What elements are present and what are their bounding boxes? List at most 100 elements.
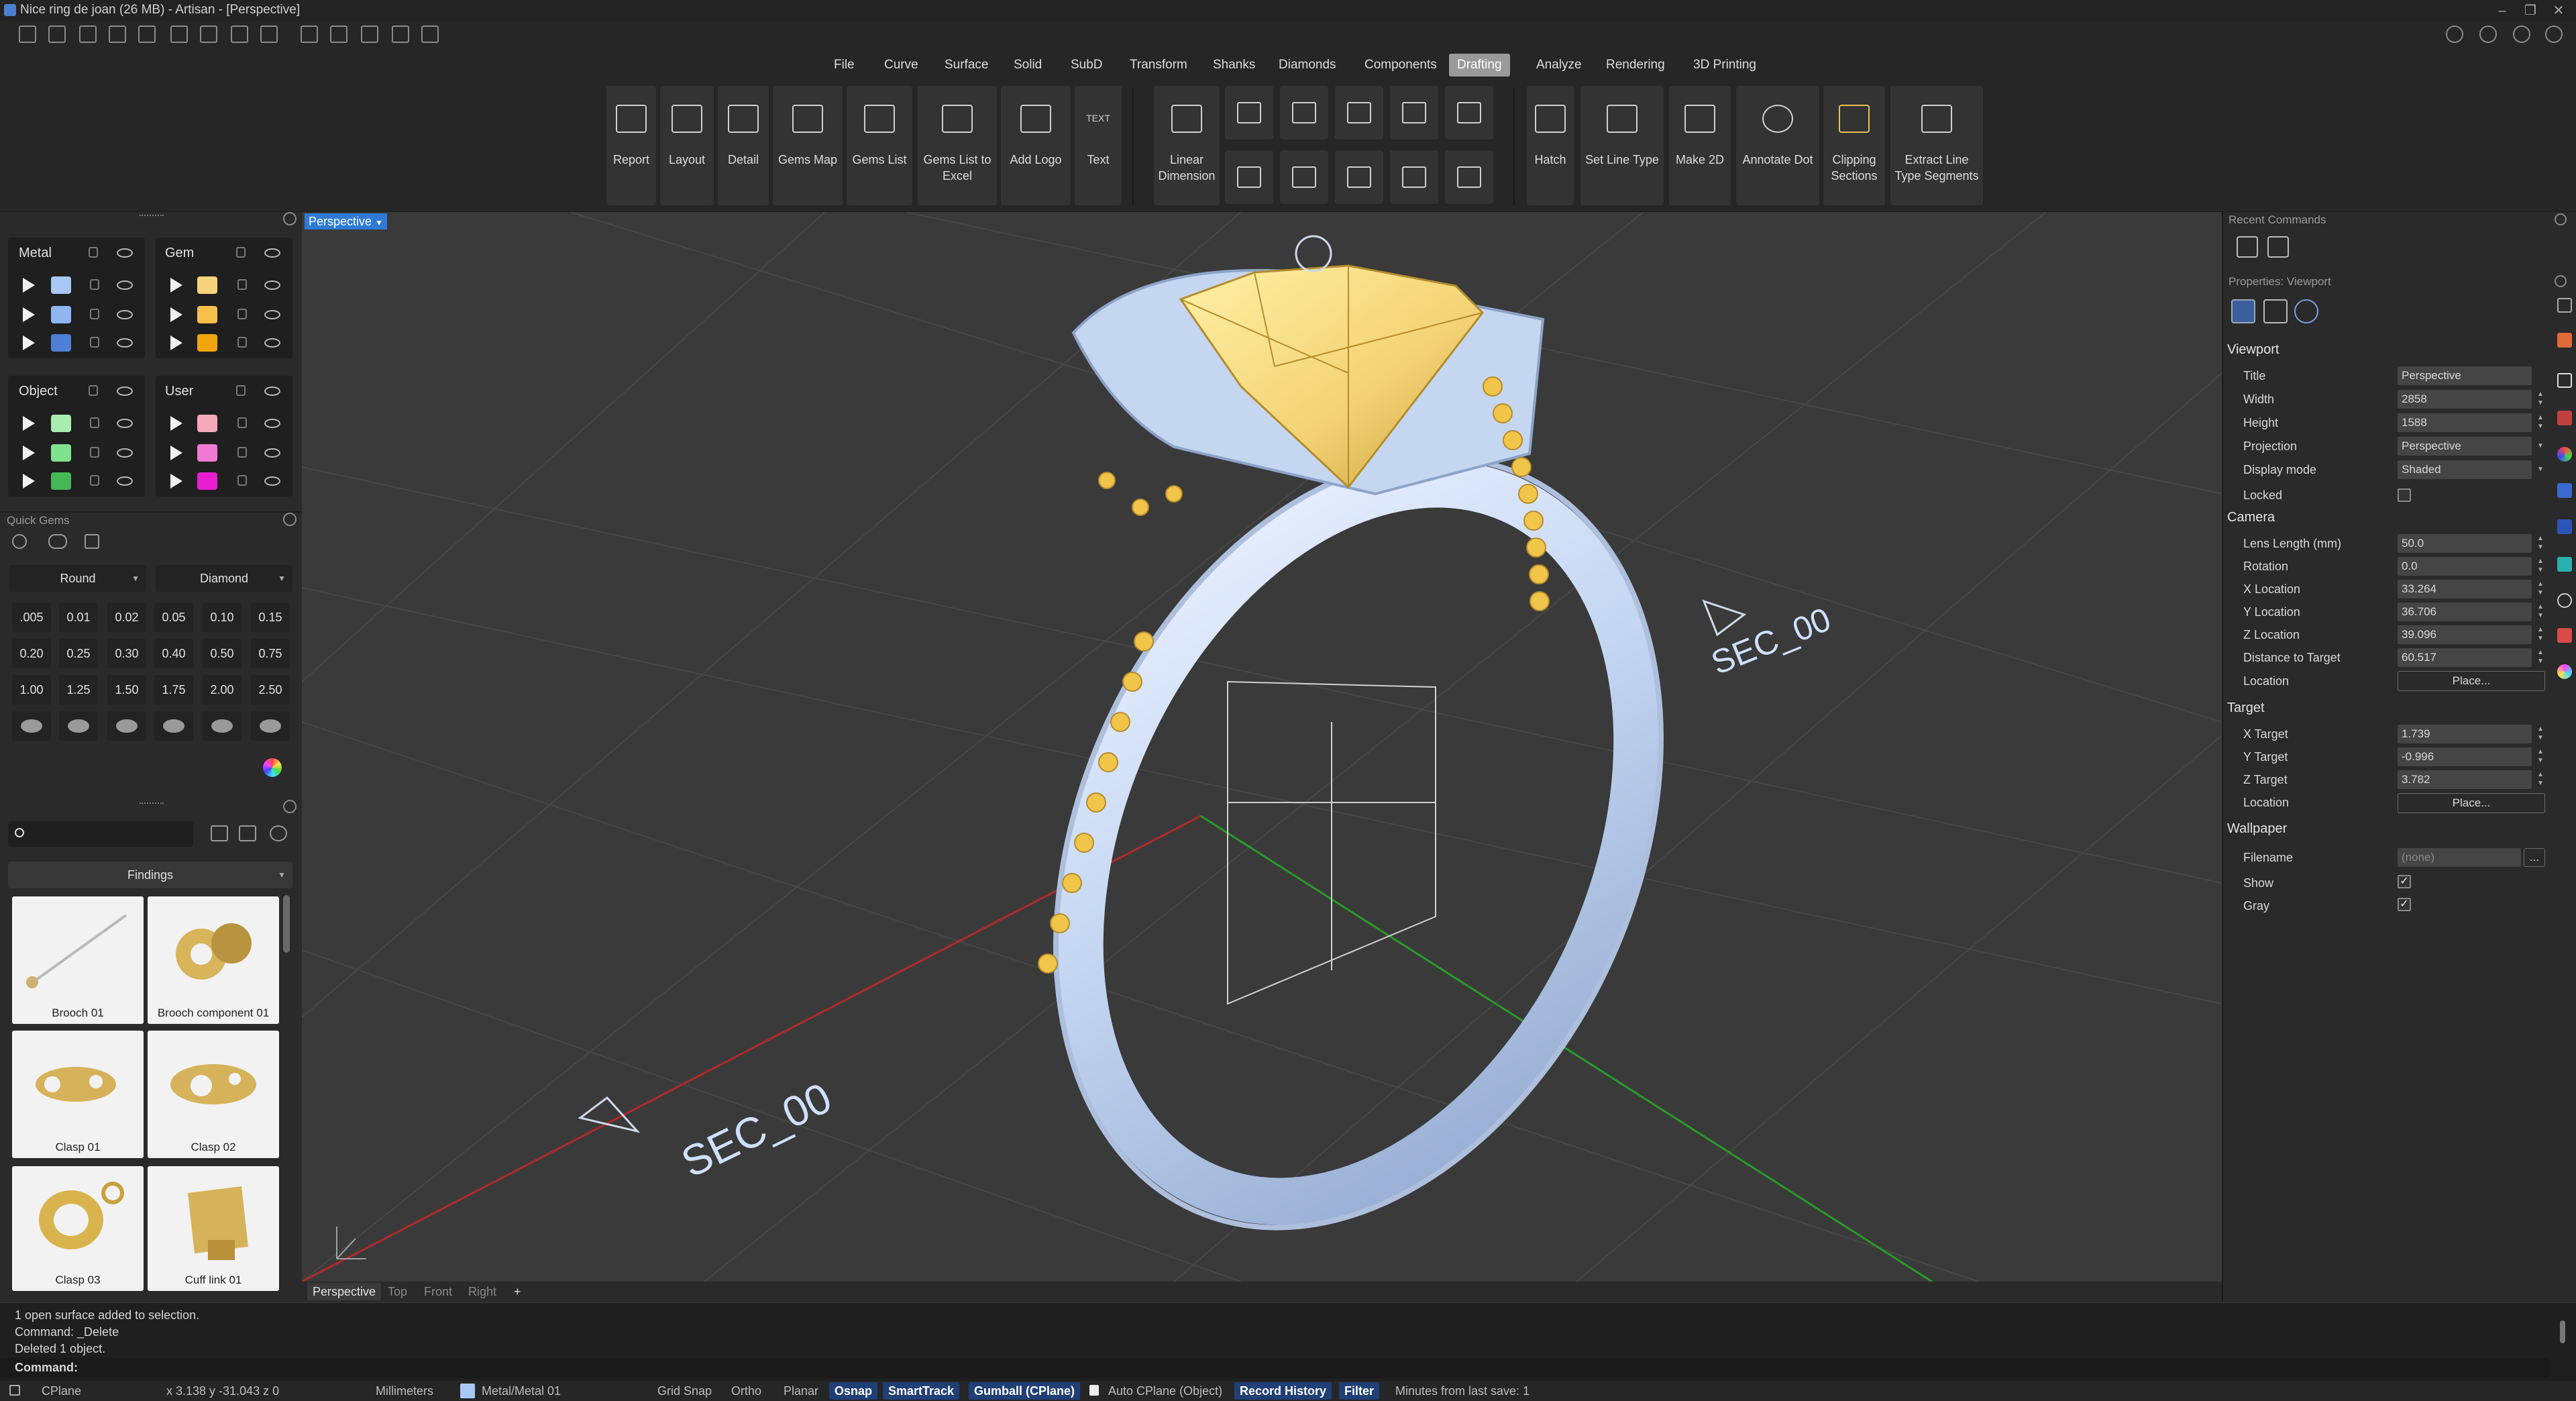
tab-file[interactable]: File bbox=[826, 54, 863, 76]
add-logo-button[interactable]: Add Logo bbox=[1001, 86, 1071, 205]
viewport-perspective[interactable]: SEC_00 SEC_00 bbox=[302, 212, 2222, 1282]
save-all-icon[interactable] bbox=[260, 25, 278, 43]
lock-icon[interactable] bbox=[90, 309, 99, 319]
eye-icon[interactable] bbox=[117, 386, 133, 396]
play-icon[interactable] bbox=[23, 307, 35, 322]
rotated-dimension-button[interactable] bbox=[1280, 86, 1328, 140]
tab-drafting[interactable]: Drafting bbox=[1449, 54, 1510, 76]
radius-dimension-button[interactable] bbox=[1390, 86, 1438, 140]
gem-shape-option[interactable] bbox=[154, 711, 193, 741]
library-item[interactable]: Brooch component 01 bbox=[148, 896, 279, 1024]
redo-icon[interactable] bbox=[170, 25, 188, 43]
add-viewport-button[interactable]: + bbox=[508, 1283, 527, 1300]
panel-grip[interactable] bbox=[140, 802, 164, 807]
cplane-status[interactable]: CPlane bbox=[42, 1382, 81, 1400]
gem-size-button[interactable]: 0.20 bbox=[12, 639, 51, 668]
gem-size-button[interactable]: 0.25 bbox=[59, 639, 98, 668]
tab-components[interactable]: Components bbox=[1356, 54, 1445, 76]
gem-size-button[interactable]: 2.00 bbox=[203, 675, 241, 705]
play-icon[interactable] bbox=[170, 278, 182, 293]
tab-transform[interactable]: Transform bbox=[1122, 54, 1195, 76]
recent-command-icon[interactable] bbox=[2267, 236, 2289, 258]
leader-button[interactable] bbox=[1280, 150, 1328, 204]
network-icon[interactable] bbox=[392, 25, 409, 43]
tab-shanks[interactable]: Shanks bbox=[1205, 54, 1263, 76]
eye-icon[interactable] bbox=[264, 476, 280, 486]
tab-perspective[interactable]: Perspective bbox=[307, 1283, 382, 1300]
gumball-toggle[interactable]: Gumball (CPlane) bbox=[969, 1382, 1081, 1400]
gem-size-button[interactable]: 0.75 bbox=[251, 639, 290, 668]
layer-color-swatch[interactable] bbox=[51, 472, 71, 490]
restore-icon[interactable]: ❐ bbox=[2517, 1, 2544, 20]
library-scrollbar[interactable] bbox=[283, 895, 290, 953]
play-icon[interactable] bbox=[23, 446, 35, 460]
gem-pave-icon[interactable] bbox=[48, 534, 67, 549]
undo-icon[interactable] bbox=[138, 25, 156, 43]
viewport-properties-icon[interactable] bbox=[2231, 299, 2255, 323]
property-value-field[interactable]: -0.996 bbox=[2398, 747, 2532, 766]
close-icon[interactable]: ✕ bbox=[2545, 1, 2572, 20]
info-icon[interactable] bbox=[2446, 25, 2463, 43]
property-value-field[interactable]: 2858 bbox=[2398, 390, 2532, 409]
gem-size-button[interactable]: 0.40 bbox=[154, 639, 193, 668]
new-file-icon[interactable] bbox=[19, 25, 36, 43]
render-panel-icon[interactable] bbox=[2557, 411, 2572, 425]
cube-icon[interactable] bbox=[2479, 25, 2497, 43]
render-properties-icon[interactable] bbox=[2294, 299, 2318, 323]
gray-checkbox[interactable]: ✓ bbox=[2398, 898, 2411, 911]
property-value-field[interactable]: 36.706 bbox=[2398, 603, 2532, 621]
color-wheel-icon[interactable] bbox=[263, 758, 282, 777]
property-value-field[interactable]: Perspective bbox=[2398, 437, 2532, 456]
spinner-arrows-icon[interactable]: ▲ ▼ bbox=[2536, 390, 2545, 409]
recent-command-icon[interactable] bbox=[2237, 236, 2258, 258]
attach-icon[interactable] bbox=[330, 25, 347, 43]
ortho-toggle[interactable]: Ortho bbox=[731, 1382, 761, 1400]
viewport-title-tab[interactable]: Perspective ▼ bbox=[305, 213, 387, 229]
property-value-field[interactable]: 1588 bbox=[2398, 413, 2532, 432]
eye-icon[interactable] bbox=[264, 280, 280, 290]
layer-color-swatch[interactable] bbox=[197, 472, 217, 490]
spinner-arrows-icon[interactable]: ▲ ▼ bbox=[2536, 603, 2545, 621]
panel-settings-icon[interactable] bbox=[2555, 213, 2567, 225]
play-icon[interactable] bbox=[170, 307, 182, 322]
eye-icon[interactable] bbox=[117, 338, 133, 348]
gem-size-button[interactable]: 1.00 bbox=[12, 675, 51, 705]
settings-icon[interactable] bbox=[421, 25, 439, 43]
play-icon[interactable] bbox=[23, 278, 35, 293]
gem-size-button[interactable]: 0.10 bbox=[203, 603, 241, 632]
spinner-arrows-icon[interactable]: ▲ ▼ bbox=[2536, 557, 2545, 576]
gem-size-button[interactable]: .005 bbox=[12, 603, 51, 632]
panel-settings-icon[interactable] bbox=[2555, 275, 2567, 287]
text-button[interactable]: TEXT Text bbox=[1075, 86, 1122, 205]
property-value-field[interactable]: Shaded bbox=[2398, 460, 2532, 479]
spinner-arrows-icon[interactable]: ▲ ▼ bbox=[2536, 625, 2545, 644]
auto-cplane-toggle[interactable]: Auto CPlane (Object) bbox=[1108, 1382, 1222, 1400]
eye-icon[interactable] bbox=[264, 248, 280, 258]
play-icon[interactable] bbox=[170, 416, 182, 431]
tab-right[interactable]: Right bbox=[463, 1283, 502, 1300]
tab-top[interactable]: Top bbox=[382, 1283, 413, 1300]
block-button[interactable] bbox=[1445, 150, 1493, 204]
annotate-dot-button[interactable]: Annotate Dot bbox=[1736, 86, 1819, 205]
target-location-place-button[interactable]: Place... bbox=[2398, 793, 2545, 813]
tab-solid[interactable]: Solid bbox=[1006, 54, 1050, 76]
named-views-icon[interactable] bbox=[2557, 519, 2572, 534]
linear-dimension-button[interactable]: Linear Dimension bbox=[1154, 86, 1220, 205]
property-value-field[interactable]: 50.0 bbox=[2398, 534, 2532, 553]
lock-icon[interactable] bbox=[237, 279, 247, 290]
chevron-down-icon[interactable]: ▼ bbox=[2536, 437, 2545, 456]
gem-size-button[interactable]: 0.05 bbox=[154, 603, 193, 632]
layer-color-swatch[interactable] bbox=[51, 415, 71, 432]
filename-field[interactable]: (none) bbox=[2398, 848, 2521, 867]
planar-toggle[interactable]: Planar bbox=[784, 1382, 818, 1400]
eye-icon[interactable] bbox=[117, 280, 133, 290]
tab-diamonds[interactable]: Diamonds bbox=[1271, 54, 1344, 76]
eye-icon[interactable] bbox=[264, 386, 280, 396]
export-icon[interactable] bbox=[301, 25, 318, 43]
lock-icon[interactable] bbox=[237, 337, 247, 348]
lock-icon[interactable] bbox=[90, 337, 99, 348]
play-icon[interactable] bbox=[23, 335, 35, 350]
play-icon[interactable] bbox=[23, 416, 35, 431]
gem-size-button[interactable]: 1.75 bbox=[154, 675, 193, 705]
library-search-input[interactable] bbox=[8, 821, 193, 847]
